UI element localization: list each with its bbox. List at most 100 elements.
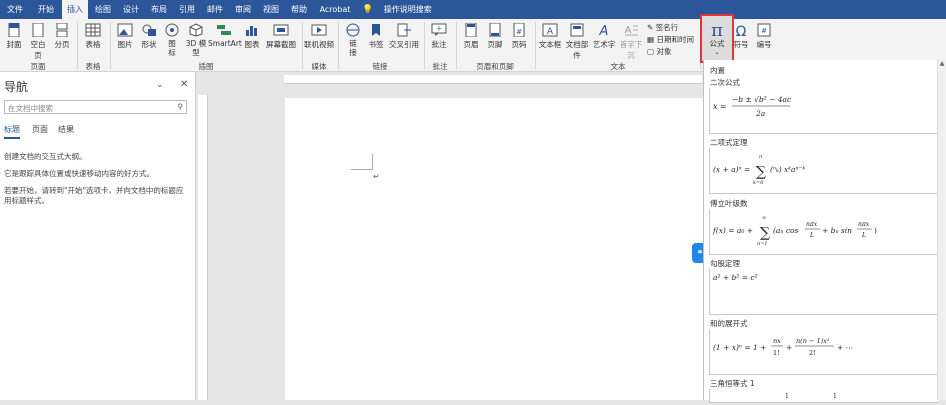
gallery-item-name: 和的展开式 (710, 319, 748, 328)
tab-references[interactable]: 引用 (174, 0, 200, 19)
object-label: 对象 (656, 47, 672, 56)
link-button[interactable]: 链接 (342, 21, 364, 61)
nav-search-input[interactable]: 在文档中搜索 ⚲ (4, 100, 187, 114)
picture-label: 图片 (117, 40, 133, 49)
svg-text:n(n − 1)x²: n(n − 1)x² (796, 337, 830, 345)
scroll-up-icon[interactable]: ▲ (938, 60, 946, 67)
textbox-icon: A (542, 23, 558, 37)
separator (424, 22, 425, 69)
number-button[interactable]: # 编号 (754, 21, 774, 61)
3d-models-button[interactable]: 3D 模型 (184, 21, 208, 61)
tab-review[interactable]: 审阅 (230, 0, 256, 19)
blank-page-button[interactable]: 空白页 (27, 21, 49, 61)
icons-button[interactable]: 图标 (162, 21, 182, 61)
nav-help-text-3: 若要开始，请转到"开始"选项卡，并向文档中的标题应用标题样式。 (4, 186, 184, 205)
tab-insert[interactable]: 插入 (62, 0, 88, 19)
signature-line-button[interactable]: ✎ 签名行 (647, 22, 699, 33)
svg-text:+: + (436, 24, 443, 33)
tab-file[interactable]: 文件 (2, 0, 28, 19)
tab-view[interactable]: 视图 (258, 0, 284, 19)
svg-text:1: 1 (785, 393, 789, 400)
footer-button[interactable]: 页脚 (484, 21, 506, 61)
date-time-button[interactable]: ▦ 日期和时间 (647, 34, 699, 45)
object-button[interactable]: ▢ 对象 (647, 46, 699, 57)
new-comment-button[interactable]: + 批注 (428, 21, 450, 61)
shapes-icon (142, 24, 156, 36)
screenshot-label: 屏幕截图 (266, 40, 296, 49)
page-break-button[interactable]: 分页 (51, 21, 73, 61)
gallery-item-pythagorean[interactable]: a² + b² = c² (709, 269, 939, 315)
tab-home[interactable]: 开始 (32, 0, 60, 19)
icons-icon (165, 23, 179, 37)
svg-text:L: L (861, 232, 866, 239)
equation-button[interactable]: π 公式 ⌄ (700, 14, 734, 63)
wordart-button[interactable]: A 艺术字 (592, 21, 616, 61)
tab-design[interactable]: 设计 (118, 0, 144, 19)
equation-gallery: 内置 二次公式 x = −b ± √b² − 4ac 2a 二项式定理 (x +… (703, 60, 946, 403)
expansion-formula: (1 + x)ⁿ = 1 + nx 1! + n(n − 1)x² 2! + ⋯ (713, 337, 854, 357)
shapes-button[interactable]: 形状 (138, 21, 160, 61)
blank-page-label: 空白页 (30, 40, 46, 60)
table-icon (85, 23, 101, 37)
page-number-label: 页码 (511, 40, 527, 49)
drop-cap-icon: A (625, 25, 638, 36)
gallery-item-quadratic[interactable]: x = −b ± √b² − 4ac 2a (709, 88, 939, 134)
quick-parts-icon (570, 23, 584, 37)
tab-draw[interactable]: 绘图 (90, 0, 116, 19)
quick-parts-button[interactable]: 文档部件 (563, 21, 591, 61)
online-video-button[interactable]: 联机视频 (304, 21, 334, 61)
tab-layout[interactable]: 布局 (146, 0, 172, 19)
paragraph-mark-icon: ↵ (373, 172, 380, 181)
tell-me-box[interactable]: 💡 操作说明搜索 (362, 0, 432, 19)
svg-text:(aₙ cos: (aₙ cos (773, 226, 799, 235)
nav-help-text-2: 它是跟踪具体位置或快速移动内容的好方式。 (4, 169, 154, 178)
signature-icon: ✎ (647, 23, 654, 32)
drop-cap-button[interactable]: A 首字下沉 (617, 21, 645, 61)
tab-acrobat[interactable]: Acrobat (318, 0, 352, 19)
ribbon-tab-bar: 文件 开始 插入 绘图 设计 布局 引用 邮件 审阅 视图 帮助 Acrobat… (0, 0, 946, 19)
gallery-item-binomial[interactable]: (x + a)ⁿ = ∑ n k=0 (ⁿₖ) xᵏaⁿ⁻ᵏ (709, 148, 939, 194)
svg-text:2a: 2a (755, 109, 765, 118)
horizontal-ruler[interactable] (284, 75, 702, 84)
page-number-button[interactable]: # 页码 (508, 21, 530, 61)
header-button[interactable]: 页眉 (460, 21, 482, 61)
vertical-ruler[interactable] (198, 95, 208, 400)
bookmark-button[interactable]: 书签 (366, 21, 386, 61)
nav-tab-results[interactable]: 结果 (58, 124, 74, 135)
tab-mailings[interactable]: 邮件 (202, 0, 228, 19)
smartart-button[interactable]: SmartArt (208, 21, 242, 61)
gallery-scrollbar[interactable]: ▲ (937, 60, 946, 400)
group-pages-label: 页面 (30, 62, 46, 71)
screenshot-button[interactable]: 屏幕截图 (264, 21, 298, 61)
document-page[interactable]: ↵ (285, 98, 705, 400)
gallery-item-trig-identity[interactable]: 1 1 (709, 389, 939, 403)
svg-text:1!: 1! (773, 349, 780, 357)
picture-button[interactable]: 图片 (114, 21, 136, 61)
close-icon[interactable]: ✕ (180, 79, 188, 90)
textbox-button[interactable]: A 文本框 (538, 21, 562, 61)
nav-tab-headings[interactable]: 标题 (4, 124, 20, 139)
chart-button[interactable]: 图表 (242, 21, 262, 61)
tell-me-text: 操作说明搜索 (383, 5, 432, 14)
gallery-item-name: 三角恒等式 1 (710, 379, 755, 388)
quadratic-formula: x = −b ± √b² − 4ac 2a (713, 95, 792, 118)
group-comments-label: 批注 (432, 62, 448, 71)
separator (110, 22, 111, 69)
bookmark-label: 书签 (368, 40, 384, 49)
separator (77, 22, 78, 69)
nav-tab-pages[interactable]: 页面 (32, 124, 48, 135)
table-label: 表格 (85, 40, 101, 49)
svg-text:+: + (786, 343, 792, 352)
group-links-label: 链接 (372, 62, 388, 71)
textbox-label: 文本框 (538, 40, 562, 49)
svg-text:+ ⋯: + ⋯ (837, 343, 854, 352)
video-icon (311, 24, 327, 36)
tab-help[interactable]: 帮助 (286, 0, 312, 19)
cover-page-button[interactable]: 封面 (3, 21, 25, 61)
svg-text:nx: nx (773, 337, 781, 345)
chevron-down-icon[interactable]: ⌄ (156, 80, 164, 90)
cross-reference-button[interactable]: 交叉引用 (388, 21, 420, 61)
gallery-item-expansion[interactable]: (1 + x)ⁿ = 1 + nx 1! + n(n − 1)x² 2! + ⋯ (709, 329, 939, 375)
gallery-item-fourier[interactable]: f(x) = a₀ + ∑ ∞ n=1 (aₙ cos nπx L + bₙ s… (709, 209, 939, 255)
table-button[interactable]: 表格 (81, 21, 105, 61)
